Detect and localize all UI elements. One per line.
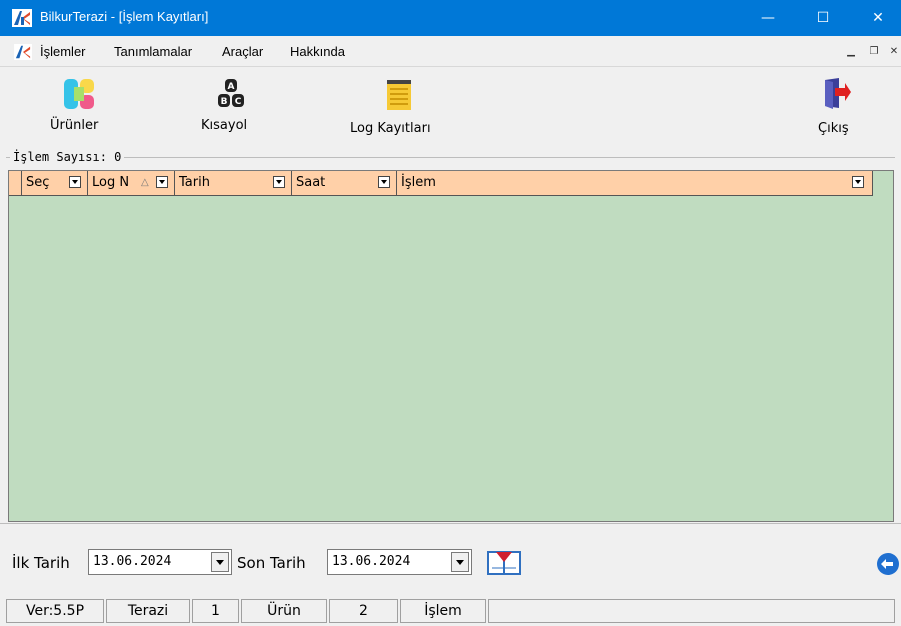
back-arrow-icon[interactable] bbox=[876, 552, 900, 576]
column-header-tarih[interactable]: Tarih bbox=[175, 171, 292, 195]
group-border bbox=[6, 157, 895, 158]
exit-door-icon bbox=[825, 78, 851, 109]
menu-bar: İşlemler Tanımlamalar Araçlar Hakkında bbox=[0, 36, 901, 67]
title-bar: BilkurTerazi - [İşlem Kayıtları] — ☐ ✕ bbox=[0, 0, 901, 36]
shortcut-button[interactable]: A B C Kısayol bbox=[190, 67, 270, 147]
menu-tanimlamalar[interactable]: Tanımlamalar bbox=[114, 44, 192, 59]
column-filter-dropdown-icon[interactable] bbox=[69, 176, 81, 188]
column-filter-dropdown-icon[interactable] bbox=[852, 176, 864, 188]
status-bar: Ver:5.5P Terazi 1 Ürün 2 İşlem bbox=[0, 597, 901, 626]
status-scale-label: Terazi bbox=[106, 599, 190, 623]
column-filter-dropdown-icon[interactable] bbox=[273, 176, 285, 188]
maximize-button[interactable]: ☐ bbox=[800, 0, 846, 36]
mdi-close-button[interactable]: ✕ bbox=[886, 42, 901, 60]
abc-shortcut-icon: A B C bbox=[218, 79, 244, 107]
column-label: Seç bbox=[26, 175, 50, 190]
start-date-dropdown-button[interactable] bbox=[211, 552, 229, 572]
log-records-button[interactable]: Log Kayıtları bbox=[340, 67, 460, 147]
column-header-sec[interactable]: Seç bbox=[22, 171, 88, 195]
end-date-dropdown-button[interactable] bbox=[451, 552, 469, 572]
mdi-minimize-icon: ▁ bbox=[847, 45, 855, 57]
mdi-minimize-button[interactable]: ▁ bbox=[843, 42, 859, 60]
column-label: İşlem bbox=[401, 175, 436, 190]
status-product-count: 2 bbox=[329, 599, 398, 623]
app-logo-icon bbox=[12, 9, 32, 27]
close-button[interactable]: ✕ bbox=[855, 0, 901, 36]
products-label: Ürünler bbox=[50, 118, 99, 133]
menu-hakkinda[interactable]: Hakkında bbox=[290, 44, 345, 59]
end-date-value: 13.06.2024 bbox=[332, 554, 411, 569]
status-operation-label: İşlem bbox=[400, 599, 486, 623]
column-label: Saat bbox=[296, 175, 326, 190]
minimize-button[interactable]: — bbox=[745, 0, 791, 36]
close-icon: ✕ bbox=[872, 10, 884, 26]
column-header-log-n[interactable]: Log N △ bbox=[88, 171, 175, 195]
column-label: Log N bbox=[92, 175, 130, 190]
products-icon bbox=[64, 79, 94, 109]
window-title: BilkurTerazi - [İşlem Kayıtları] bbox=[40, 9, 209, 24]
status-version: Ver:5.5P bbox=[6, 599, 104, 623]
log-records-label: Log Kayıtları bbox=[350, 121, 431, 136]
start-date-label: İlk Tarih bbox=[12, 554, 70, 572]
start-date-value: 13.06.2024 bbox=[93, 554, 172, 569]
exit-label: Çıkış bbox=[818, 121, 849, 136]
menu-araclar[interactable]: Araçlar bbox=[222, 44, 263, 59]
svg-text:A: A bbox=[228, 82, 235, 92]
column-filter-dropdown-icon[interactable] bbox=[378, 176, 390, 188]
row-indicator-header bbox=[9, 171, 22, 195]
shortcut-label: Kısayol bbox=[201, 118, 248, 133]
minimize-icon: — bbox=[761, 10, 775, 26]
column-header-saat[interactable]: Saat bbox=[292, 171, 397, 195]
status-product-label: Ürün bbox=[241, 599, 327, 623]
exit-button[interactable]: Çıkış bbox=[805, 67, 875, 147]
column-header-islem[interactable]: İşlem bbox=[397, 171, 873, 195]
menu-islemler[interactable]: İşlemler bbox=[40, 44, 86, 59]
sort-asc-icon: △ bbox=[141, 177, 149, 188]
column-filter-dropdown-icon[interactable] bbox=[156, 176, 168, 188]
mdi-close-icon: ✕ bbox=[889, 45, 899, 57]
toolbar: Ürünler A B C Kısayol Log Kayıtları Çıkı… bbox=[0, 67, 901, 147]
status-empty-panel bbox=[488, 599, 895, 623]
end-date-label: Son Tarih bbox=[237, 554, 306, 572]
svg-text:B: B bbox=[221, 97, 228, 107]
products-button[interactable]: Ürünler bbox=[40, 67, 120, 147]
operation-count-label: İşlem Sayısı: 0 bbox=[10, 150, 125, 164]
status-scale-count: 1 bbox=[192, 599, 239, 623]
filter-calendar-button[interactable] bbox=[487, 550, 521, 576]
mdi-child-icon[interactable] bbox=[14, 44, 32, 60]
grid-header: Seç Log N △ Tarih Saat İşlem bbox=[9, 171, 873, 196]
column-label: Tarih bbox=[179, 175, 210, 190]
mdi-restore-button[interactable]: ❐ bbox=[866, 42, 882, 60]
log-records-icon bbox=[387, 80, 411, 110]
mdi-restore-icon: ❐ bbox=[869, 45, 879, 57]
svg-text:C: C bbox=[235, 97, 242, 107]
log-grid[interactable]: Seç Log N △ Tarih Saat İşlem bbox=[8, 170, 894, 522]
maximize-icon: ☐ bbox=[816, 10, 830, 26]
